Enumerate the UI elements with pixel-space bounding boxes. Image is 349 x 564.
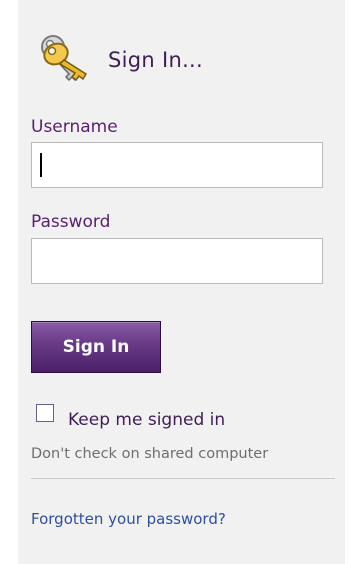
sign-in-header: Sign In... xyxy=(34,24,334,96)
forgot-password-link[interactable]: Forgotten your password? xyxy=(31,510,226,528)
text-cursor xyxy=(40,153,42,177)
shared-computer-hint: Don't check on shared computer xyxy=(31,446,269,462)
username-label: Username xyxy=(31,117,118,137)
keys-icon xyxy=(41,35,88,82)
sign-in-button[interactable]: Sign In xyxy=(31,321,161,373)
username-field[interactable] xyxy=(31,142,323,188)
sign-in-panel: Sign In... Username Password Sign In Kee… xyxy=(18,0,345,564)
keep-signed-in-label[interactable]: Keep me signed in xyxy=(68,410,225,430)
page-title: Sign In... xyxy=(108,48,204,72)
keep-signed-in-checkbox[interactable] xyxy=(36,404,54,422)
password-field[interactable] xyxy=(31,238,323,284)
password-label: Password xyxy=(31,212,111,232)
keep-signed-in-row: Keep me signed in xyxy=(36,404,336,434)
divider xyxy=(31,478,335,479)
